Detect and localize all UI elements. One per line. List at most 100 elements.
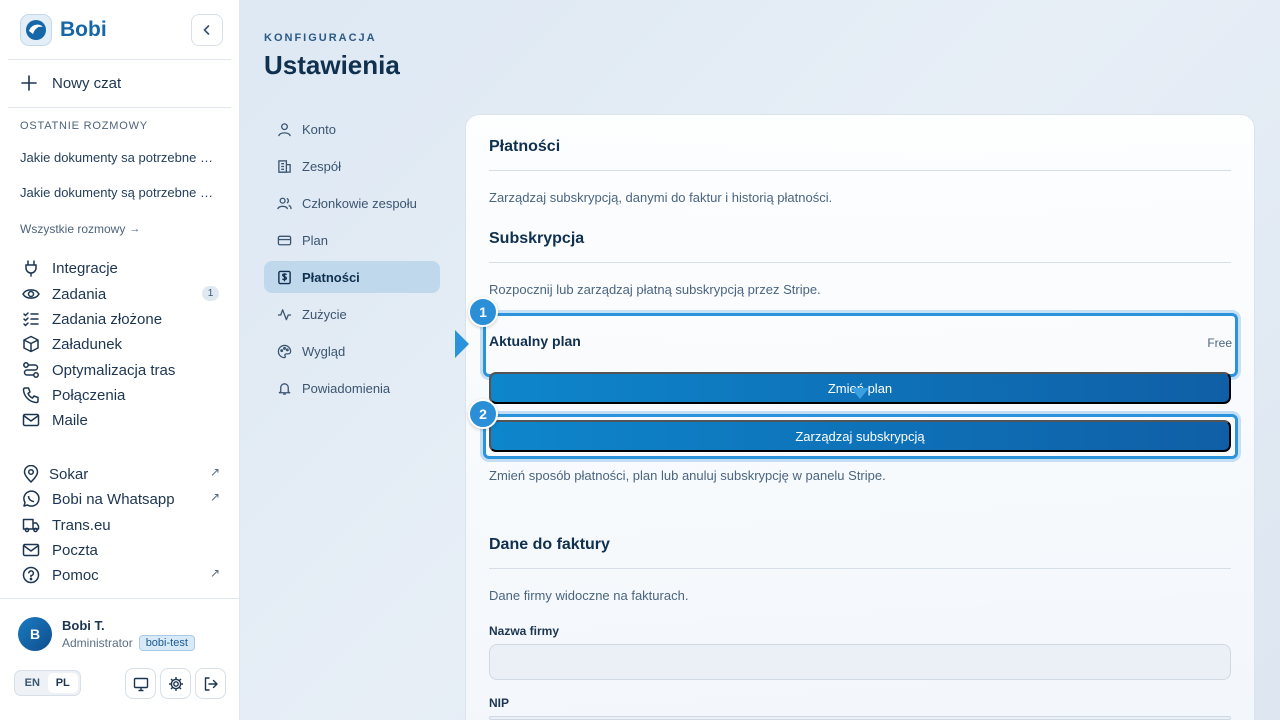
sidebar-item-maile[interactable]: Maile [20,409,220,431]
mail-icon [20,539,42,561]
sidebar-item-label: Zadania złożone [52,310,163,328]
sidebar-item-zaladunek[interactable]: Załadunek [20,333,220,355]
sidebar-item-integracje[interactable]: Integracje [20,257,220,279]
truck-icon [20,514,42,536]
external-link-icon: ↗ [209,465,220,479]
settings-tab-powiadomienia[interactable]: Powiadomienia [264,372,440,404]
help-icon [20,564,42,586]
plug-icon [20,257,42,279]
sidebar-item-optymalizacja-tras[interactable]: Optymalizacja tras [20,359,220,381]
eye-icon [20,283,42,305]
arrow-right-icon: → [129,223,141,235]
settings-tab-label: Konto [302,121,336,137]
sidebar-link-label: Poczta [52,541,98,559]
manage-subscription-label: Zarządzaj subskrypcją [795,428,925,444]
settings-tab-zespol[interactable]: Zespół [264,150,440,182]
collapse-sidebar-button[interactable] [191,14,223,46]
caret-down-icon [851,388,869,399]
avatar: B [18,617,52,651]
settings-tab-platnosci[interactable]: Płatności [264,261,440,293]
sidebar-link-whatsapp[interactable]: Bobi na Whatsapp ↗ [20,488,220,510]
manage-subscription-button[interactable]: Zarządzaj subskrypcją [489,420,1231,452]
settings-tab-label: Powiadomienia [302,380,391,396]
step-marker-1: 1 [468,297,498,327]
settings-tab-czlonkowie[interactable]: Członkowie zespołu [264,187,440,219]
settings-tab-label: Płatności [302,269,360,285]
sidebar-item-label: Załadunek [52,335,123,353]
subscription-title: Subskrypcja [489,230,585,247]
sidebar-item-label: Integracje [52,259,118,277]
settings-tab-plan[interactable]: Plan [264,224,440,256]
user-name: Bobi T. [62,617,105,633]
sidebar-item-label: Maile [52,411,88,429]
lang-option-pl[interactable]: PL [47,673,78,693]
sidebar-item-zadania[interactable]: Zadania 1 [20,283,220,305]
recent-chats-title: OSTATNIE ROZMOWY [20,120,148,132]
step-marker-2: 2 [468,399,498,429]
display-button[interactable] [125,668,156,699]
language-switcher: EN PL [14,670,81,696]
new-chat-label: Nowy czat [52,74,122,92]
building-icon [276,158,292,174]
sidebar-link-trans-eu[interactable]: Trans.eu [20,514,220,536]
company-name-label: Nazwa firmy [489,624,560,638]
users-icon [276,195,292,211]
sidebar: Bobi Nowy czat OSTATNIE ROZMOWY Jakie do… [0,0,240,720]
payments-description: Zarządzaj subskrypcją, danymi do faktur … [489,190,833,205]
palette-icon [276,343,292,359]
invoice-title: Dane do faktury [489,536,610,553]
checklist-icon [20,308,42,330]
nip-label: NIP [489,696,510,710]
settings-tab-wyglad[interactable]: Wygląd [264,335,440,367]
phone-icon [20,384,42,406]
user-meta: Administrator bobi-test [62,634,195,651]
nip-input[interactable] [489,716,1231,720]
recent-chat-item[interactable]: Jakie dokumenty sa potrzebne do przewozu [20,150,220,165]
plus-icon [21,75,37,91]
page-eyebrow: KONFIGURACJA [264,32,377,44]
company-name-input[interactable] [489,644,1231,680]
divider [489,568,1231,569]
user-info: Bobi T. Administrator bobi-test [62,618,195,651]
settings-button[interactable] [160,668,191,699]
pointer-arrow-icon [455,330,469,358]
sidebar-link-label: Trans.eu [52,516,111,534]
sidebar-link-label: Bobi na Whatsapp [52,490,175,508]
logout-button[interactable] [195,668,226,699]
chevron-left-icon [203,25,210,35]
all-chats-link[interactable]: Wszystkie rozmowy → [20,222,140,236]
settings-tab-label: Członkowie zespołu [302,195,417,211]
whatsapp-icon [20,488,42,510]
subscription-description: Rozpocznij lub zarządzaj płatną subskryp… [489,282,821,297]
divider [0,598,239,599]
sidebar-link-poczta[interactable]: Poczta [20,539,220,561]
sidebar-item-label: Optymalizacja tras [52,361,176,379]
settings-tab-label: Wygląd [302,343,346,359]
sidebar-link-pomoc[interactable]: Pomoc ↗ [20,564,220,586]
external-link-icon: ↗ [209,490,220,504]
current-plan-value: Free [1207,336,1232,350]
divider [8,107,231,108]
sidebar-link-sokar[interactable]: Sokar ↗ [20,463,220,485]
sidebar-item-polaczenia[interactable]: Połączenia [20,384,220,406]
page-title: Ustawienia [264,50,400,80]
new-chat-button[interactable]: Nowy czat [20,71,121,95]
card-icon [276,232,292,248]
user-role: Administrator [62,635,133,650]
count-badge: 1 [202,286,219,301]
sidebar-item-zadania-zlozone[interactable]: Zadania złożone [20,308,220,330]
settings-tab-konto[interactable]: Konto [264,113,440,145]
gear-icon [168,676,183,691]
lang-option-en[interactable]: EN [17,673,48,693]
dollar-doc-icon [276,269,292,285]
user-icon [276,121,292,137]
sidebar-item-label: Połączenia [52,386,126,404]
user-profile[interactable]: B Bobi T. Administrator bobi-test [18,617,195,651]
route-icon [20,359,42,381]
activity-icon [276,306,292,322]
recent-chat-item[interactable]: Jakie dokumenty są potrzebne do przewozu [20,185,220,200]
bobi-logo-icon [20,14,52,46]
bell-icon [276,380,292,396]
settings-tab-zuzycie[interactable]: Zużycie [264,298,440,330]
brand-row: Bobi [20,14,223,46]
